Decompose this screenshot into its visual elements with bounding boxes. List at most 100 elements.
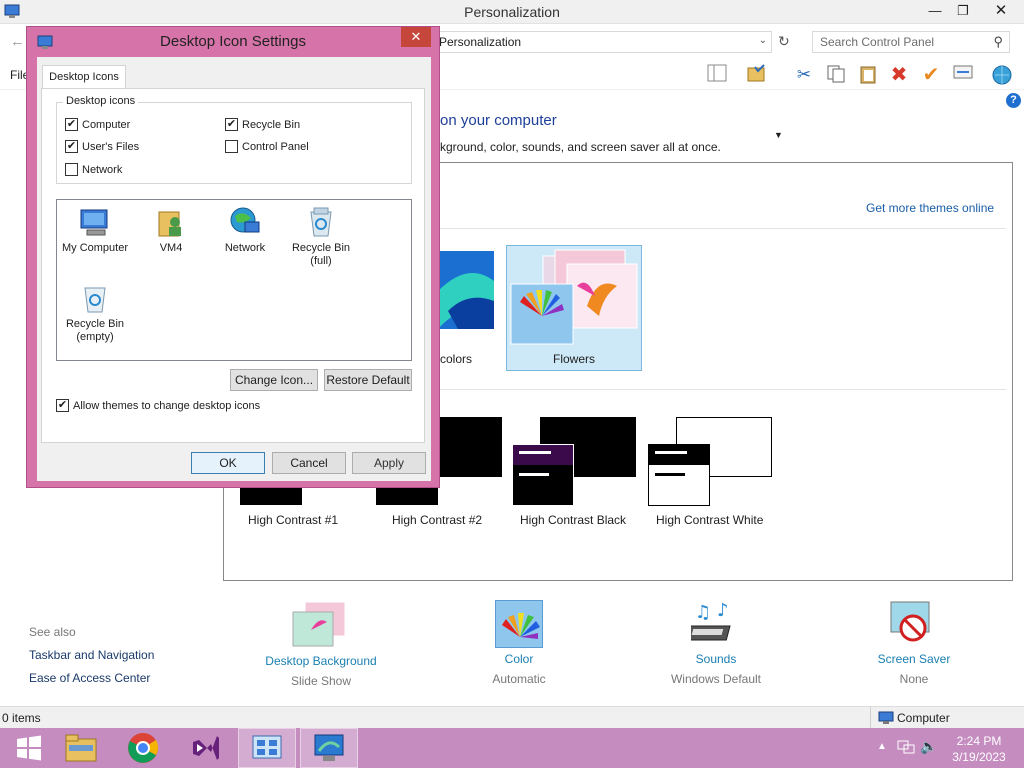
network-tray-icon[interactable] <box>897 739 915 758</box>
hc-black-thumbnail[interactable] <box>512 444 574 506</box>
desktop-background-label[interactable]: Desktop Background <box>246 654 396 668</box>
personalization-taskbar-button[interactable] <box>300 728 358 768</box>
checkbox-users-files[interactable]: ✔ User's Files <box>65 140 139 153</box>
screen-saver-icon <box>889 600 939 648</box>
recycle-bin-empty-icon <box>79 282 111 314</box>
checkbox-label: Network <box>82 163 123 176</box>
status-item-count: 0 items <box>2 711 41 725</box>
color-icon <box>495 600 543 648</box>
window-titlebar: Personalization — ❐ ✕ <box>0 0 1024 24</box>
icon-my-computer[interactable]: My Computer <box>57 206 133 255</box>
hc1-label: High Contrast #1 <box>248 513 339 527</box>
change-icon-button[interactable]: Change Icon... <box>230 369 318 391</box>
see-also-ease-link[interactable]: Ease of Access Center <box>29 671 150 685</box>
dialog-body: Desktop Icons Desktop icons ✔ Computer ✔ R… <box>37 57 431 481</box>
get-more-themes-link[interactable]: Get more themes online <box>866 201 994 215</box>
delete-icon[interactable]: ✖ <box>888 64 910 86</box>
clock-time[interactable]: 2:24 PM <box>946 734 1012 748</box>
globe-icon[interactable] <box>991 64 1013 86</box>
checkbox-control-panel[interactable]: Control Panel <box>225 140 309 153</box>
show-hidden-icons-icon[interactable]: ▲ <box>877 741 887 752</box>
see-also-taskbar-link[interactable]: Taskbar and Navigation <box>29 648 154 662</box>
checkbox-box[interactable] <box>65 163 78 176</box>
restore-default-button[interactable]: Restore Default <box>324 369 412 391</box>
folder-check-icon[interactable] <box>746 64 768 86</box>
see-also-title: See also <box>29 625 76 639</box>
checkbox-network[interactable]: Network <box>65 163 122 176</box>
visual-studio-taskbar-button[interactable] <box>176 728 234 768</box>
desktop-background-item[interactable]: Desktop Background Slide Show <box>246 600 396 688</box>
clock-date[interactable]: 3/19/2023 <box>946 750 1012 764</box>
checkbox-box[interactable]: ✔ <box>56 399 69 412</box>
divider <box>870 707 871 728</box>
tab-desktop-icons[interactable]: Desktop Icons <box>42 65 126 89</box>
chevron-down-icon[interactable]: ⌄ <box>759 35 767 46</box>
refresh-icon[interactable]: ↻ <box>778 33 790 50</box>
screen-saver-sub: None <box>899 672 929 686</box>
color-item[interactable]: Color Automatic <box>444 600 594 686</box>
checkbox-allow-themes[interactable]: ✔ Allow themes to change desktop icons <box>56 399 260 412</box>
paste-icon[interactable] <box>857 64 879 86</box>
icon-recycle-bin-full[interactable]: Recycle Bin (full) <box>283 206 359 268</box>
help-icon[interactable]: ? <box>1006 93 1021 108</box>
checkbox-recycle-bin[interactable]: ✔ Recycle Bin <box>225 118 300 131</box>
search-icon[interactable]: ⚲ <box>993 34 1003 50</box>
theme-label: d colors <box>430 352 473 366</box>
dialog-title: Desktop Icon Settings <box>160 33 306 50</box>
desktop-background-icon <box>291 600 351 650</box>
chrome-icon <box>128 733 159 763</box>
ok-button[interactable]: OK <box>191 452 265 474</box>
hc-white-thumbnail[interactable] <box>648 444 710 506</box>
page-heading: on your computer <box>440 112 557 129</box>
back-arrow-icon[interactable]: ← <box>10 33 25 50</box>
checkbox-box[interactable]: ✔ <box>65 140 78 153</box>
hc-black-label: High Contrast Black <box>520 513 627 527</box>
checkbox-label: User's Files <box>82 140 140 153</box>
close-button[interactable]: ✕ <box>986 0 1016 22</box>
minimize-button[interactable]: — <box>920 0 950 22</box>
apply-button[interactable]: Apply <box>352 452 426 474</box>
icon-vm4[interactable]: VM4 <box>133 206 209 255</box>
checkbox-box[interactable]: ✔ <box>225 118 238 131</box>
color-label[interactable]: Color <box>444 652 594 666</box>
icon-network[interactable]: Network <box>207 206 283 255</box>
computer-icon <box>878 711 894 725</box>
hc-white-label: High Contrast White <box>656 513 764 527</box>
cut-icon[interactable]: ✂ <box>793 64 815 86</box>
theme-thumbnail[interactable] <box>438 251 494 329</box>
start-button[interactable] <box>0 728 58 768</box>
checkmark-icon[interactable]: ✔ <box>920 64 942 86</box>
svg-text:♫: ♫ <box>695 602 711 623</box>
chrome-taskbar-button[interactable] <box>114 728 172 768</box>
dropdown-arrow-icon[interactable]: ▼ <box>774 130 783 140</box>
tab-panel: Desktop icons ✔ Computer ✔ Recycle Bin ✔ Us… <box>41 88 425 443</box>
desktop-background-sub: Slide Show <box>290 674 352 688</box>
icon-label: Recycle Bin (empty) <box>65 318 125 343</box>
hc2-thumbnail-back[interactable] <box>440 417 502 477</box>
icon-list[interactable]: My Computer VM4 Network Recycle Bin (ful… <box>56 199 412 361</box>
dialog-close-button[interactable]: ✕ <box>401 27 431 47</box>
search-input[interactable]: Search Control Panel ⚲ <box>812 31 1010 53</box>
file-explorer-taskbar-button[interactable] <box>52 728 110 768</box>
screen-saver-label[interactable]: Screen Saver <box>839 652 989 666</box>
icon-recycle-bin-empty[interactable]: Recycle Bin (empty) <box>57 282 133 344</box>
address-bar[interactable]: Personalization ⌄ <box>432 31 772 53</box>
control-panel-taskbar-button[interactable] <box>238 728 296 768</box>
sounds-item[interactable]: ♫ ♪ Sounds Windows Default <box>641 600 791 686</box>
sounds-sub: Windows Default <box>670 672 762 686</box>
copy-icon[interactable] <box>825 64 847 86</box>
sounds-label[interactable]: Sounds <box>641 652 791 666</box>
checkbox-box[interactable]: ✔ <box>65 118 78 131</box>
icon-label: Recycle Bin (full) <box>291 242 351 267</box>
checkbox-box[interactable] <box>225 140 238 153</box>
maximize-button[interactable]: ❐ <box>948 0 978 22</box>
layout-icon[interactable] <box>706 64 728 86</box>
checkbox-computer[interactable]: ✔ Computer <box>65 118 130 131</box>
checkbox-label: Control Panel <box>242 140 309 153</box>
cancel-button[interactable]: Cancel <box>272 452 346 474</box>
svg-text:♪: ♪ <box>717 600 729 621</box>
properties-icon[interactable] <box>952 64 974 86</box>
status-bar: 0 items Computer <box>0 706 1024 728</box>
screen-saver-item[interactable]: Screen Saver None <box>839 600 989 686</box>
volume-icon[interactable]: 🔈 <box>920 738 937 755</box>
